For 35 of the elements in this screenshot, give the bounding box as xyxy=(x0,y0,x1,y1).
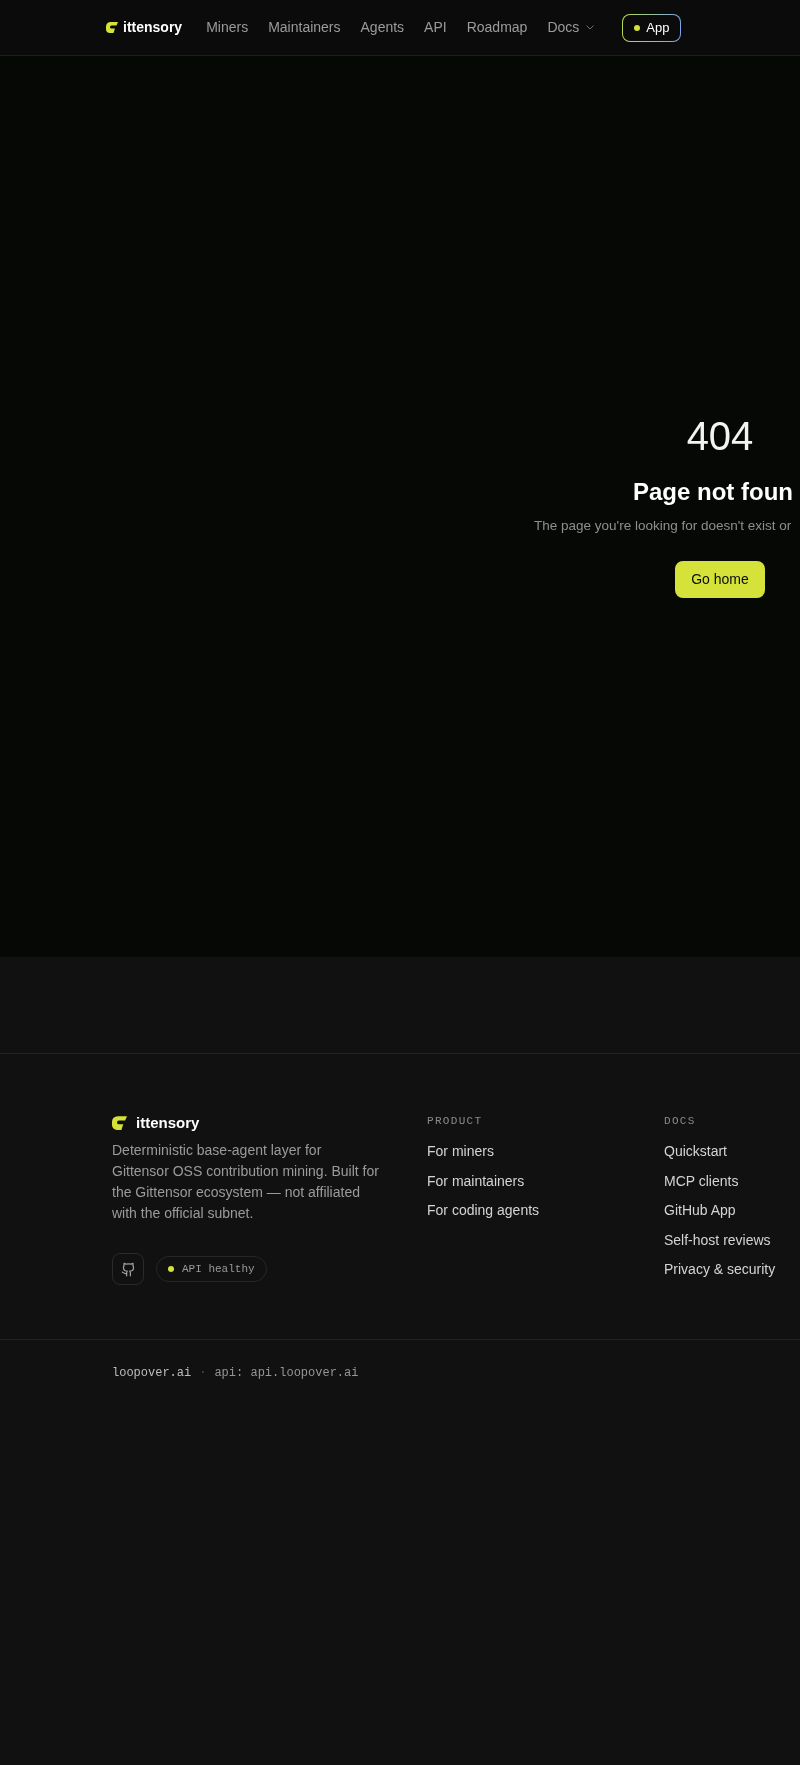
nav-link[interactable]: Agents xyxy=(360,17,405,38)
app-button[interactable]: App xyxy=(622,13,682,42)
status-dot-icon xyxy=(168,1266,174,1272)
error-message: The page you're looking for doesn't exist or xyxy=(534,517,792,535)
nav-link[interactable]: Roadmap xyxy=(466,17,528,38)
column-heading: DOCS xyxy=(664,1114,696,1129)
footer-link[interactable]: MCP clients xyxy=(664,1170,739,1191)
footer-link[interactable]: For maintainers xyxy=(427,1170,525,1191)
site-domain: loopover.ai xyxy=(112,1365,192,1382)
footer-link[interactable]: For coding agents xyxy=(427,1200,540,1220)
error-code: 404 xyxy=(686,416,754,456)
nav-link[interactable]: API xyxy=(424,17,447,38)
nav-link[interactable]: Miners xyxy=(206,17,249,38)
api-domain: api: api.loopover.ai xyxy=(214,1365,359,1382)
github-icon xyxy=(120,1261,136,1277)
api-status-text: API healthy xyxy=(182,1261,255,1277)
go-home-button[interactable]: Go home xyxy=(675,561,765,598)
brand-link[interactable]: ittensory xyxy=(106,17,183,38)
footer-link[interactable]: Self-host reviews xyxy=(664,1229,771,1250)
caret-icon xyxy=(586,25,595,30)
footer-link[interactable]: Privacy & security xyxy=(664,1259,776,1279)
footer-description: Deterministic base-agent layer for Gittensor OSS contribution mining. Built for the Gittensor ecosystem — not affiliated with the official subnet. xyxy=(112,1141,380,1223)
brand-name: ittensory xyxy=(136,1112,200,1133)
github-link[interactable] xyxy=(112,1253,144,1285)
nav-link[interactable]: Maintainers xyxy=(268,17,341,38)
separator-dot: · xyxy=(199,1365,207,1382)
logo-icon xyxy=(112,1116,127,1130)
column-heading: PRODUCT xyxy=(427,1114,483,1129)
footer-link[interactable]: Quickstart xyxy=(664,1141,727,1161)
page-title: Page not foun xyxy=(633,477,793,507)
footer-link[interactable]: GitHub App xyxy=(664,1200,736,1220)
logo-icon xyxy=(106,22,118,33)
status-dot-icon xyxy=(634,24,641,31)
docs-menu[interactable]: Docs xyxy=(547,17,595,38)
footer-link[interactable]: For miners xyxy=(427,1141,494,1161)
